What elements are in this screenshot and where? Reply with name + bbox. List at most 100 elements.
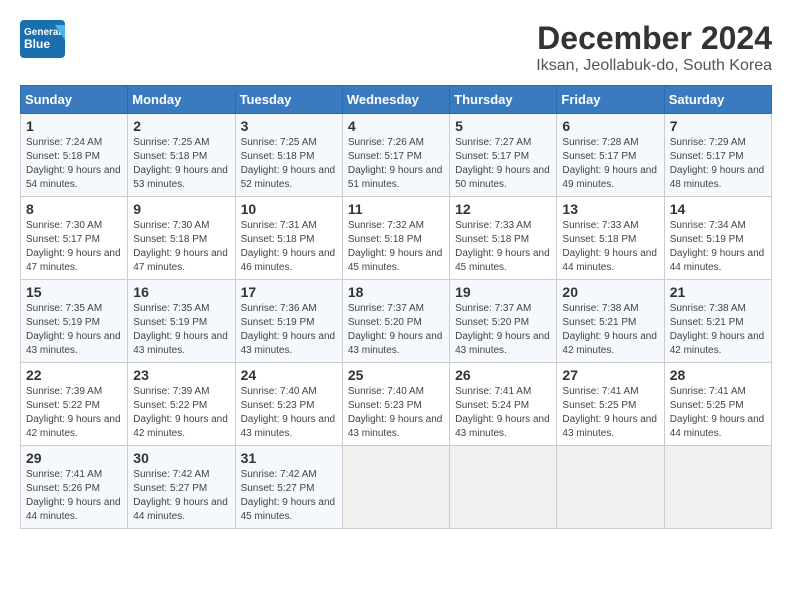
calendar-table: SundayMondayTuesdayWednesdayThursdayFrid… — [20, 85, 772, 529]
day-number: 17 — [241, 284, 337, 300]
calendar-cell — [450, 446, 557, 529]
page-header: General Blue December 2024 Iksan, Jeolla… — [20, 20, 772, 75]
calendar-cell: 30 Sunrise: 7:42 AM Sunset: 5:27 PM Dayli… — [128, 446, 235, 529]
day-info: Sunrise: 7:41 AM Sunset: 5:26 PM Dayligh… — [26, 468, 122, 524]
day-info: Sunrise: 7:41 AM Sunset: 5:25 PM Dayligh… — [562, 385, 658, 441]
calendar-cell: 10 Sunrise: 7:31 AM Sunset: 5:18 PM Dayli… — [235, 197, 342, 280]
day-info: Sunrise: 7:29 AM Sunset: 5:17 PM Dayligh… — [670, 136, 766, 192]
day-number: 25 — [348, 367, 444, 383]
day-number: 10 — [241, 201, 337, 217]
calendar-cell: 5 Sunrise: 7:27 AM Sunset: 5:17 PM Daylig… — [450, 114, 557, 197]
day-number: 11 — [348, 201, 444, 217]
calendar-cell: 8 Sunrise: 7:30 AM Sunset: 5:17 PM Daylig… — [21, 197, 128, 280]
calendar-cell: 28 Sunrise: 7:41 AM Sunset: 5:25 PM Dayli… — [664, 363, 771, 446]
logo: General Blue — [20, 20, 65, 55]
day-number: 15 — [26, 284, 122, 300]
calendar-cell: 21Sunrise: 7:38 AM Sunset: 5:21 PM Dayli… — [664, 280, 771, 363]
calendar-cell: 9Sunrise: 7:30 AM Sunset: 5:18 PM Daylig… — [128, 197, 235, 280]
day-info: Sunrise: 7:31 AM Sunset: 5:18 PM Dayligh… — [241, 219, 337, 275]
calendar-cell: 3 Sunrise: 7:25 AM Sunset: 5:18 PM Daylig… — [235, 114, 342, 197]
day-info: Sunrise: 7:41 AM Sunset: 5:25 PM Dayligh… — [670, 385, 766, 441]
day-number: 12 — [455, 201, 551, 217]
day-number: 30 — [133, 450, 229, 466]
day-info: Sunrise: 7:30 AM Sunset: 5:17 PM Dayligh… — [26, 219, 122, 275]
day-info: Sunrise: 7:37 AM Sunset: 5:20 PM Dayligh… — [455, 302, 551, 358]
day-number: 22 — [26, 367, 122, 383]
calendar-week-5: 29 Sunrise: 7:41 AM Sunset: 5:26 PM Dayli… — [21, 446, 772, 529]
calendar-cell: 22 Sunrise: 7:39 AM Sunset: 5:22 PM Dayli… — [21, 363, 128, 446]
day-info: Sunrise: 7:25 AM Sunset: 5:18 PM Dayligh… — [133, 136, 229, 192]
calendar-cell: 2 Sunrise: 7:25 AM Sunset: 5:18 PM Daylig… — [128, 114, 235, 197]
calendar-header: SundayMondayTuesdayWednesdayThursdayFrid… — [21, 86, 772, 114]
column-header-monday: Monday — [128, 86, 235, 114]
day-info: Sunrise: 7:25 AM Sunset: 5:18 PM Dayligh… — [241, 136, 337, 192]
calendar-cell: 23 Sunrise: 7:39 AM Sunset: 5:22 PM Dayli… — [128, 363, 235, 446]
calendar-week-2: 8 Sunrise: 7:30 AM Sunset: 5:17 PM Daylig… — [21, 197, 772, 280]
day-info: Sunrise: 7:39 AM Sunset: 5:22 PM Dayligh… — [26, 385, 122, 441]
day-info: Sunrise: 7:33 AM Sunset: 5:18 PM Dayligh… — [562, 219, 658, 275]
calendar-cell: 6 Sunrise: 7:28 AM Sunset: 5:17 PM Daylig… — [557, 114, 664, 197]
column-header-sunday: Sunday — [21, 86, 128, 114]
calendar-cell: 7 Sunrise: 7:29 AM Sunset: 5:17 PM Daylig… — [664, 114, 771, 197]
calendar-cell: 31Sunrise: 7:42 AM Sunset: 5:27 PM Dayli… — [235, 446, 342, 529]
day-number: 14 — [670, 201, 766, 217]
day-number: 1 — [26, 118, 122, 134]
day-number: 6 — [562, 118, 658, 134]
day-number: 26 — [455, 367, 551, 383]
day-number: 13 — [562, 201, 658, 217]
day-number: 9 — [133, 201, 229, 217]
day-info: Sunrise: 7:32 AM Sunset: 5:18 PM Dayligh… — [348, 219, 444, 275]
page-title: December 2024 — [536, 20, 772, 57]
calendar-cell: 27 Sunrise: 7:41 AM Sunset: 5:25 PM Dayli… — [557, 363, 664, 446]
day-number: 27 — [562, 367, 658, 383]
day-info: Sunrise: 7:40 AM Sunset: 5:23 PM Dayligh… — [241, 385, 337, 441]
calendar-cell: 1 Sunrise: 7:24 AM Sunset: 5:18 PM Daylig… — [21, 114, 128, 197]
calendar-week-3: 15 Sunrise: 7:35 AM Sunset: 5:19 PM Dayli… — [21, 280, 772, 363]
column-header-friday: Friday — [557, 86, 664, 114]
calendar-cell: 19 Sunrise: 7:37 AM Sunset: 5:20 PM Dayli… — [450, 280, 557, 363]
day-number: 28 — [670, 367, 766, 383]
day-info: Sunrise: 7:38 AM Sunset: 5:21 PM Dayligh… — [670, 302, 766, 358]
calendar-cell: 13 Sunrise: 7:33 AM Sunset: 5:18 PM Dayli… — [557, 197, 664, 280]
calendar-cell: 14Sunrise: 7:34 AM Sunset: 5:19 PM Dayli… — [664, 197, 771, 280]
svg-text:Blue: Blue — [24, 37, 50, 51]
day-number: 4 — [348, 118, 444, 134]
day-info: Sunrise: 7:40 AM Sunset: 5:23 PM Dayligh… — [348, 385, 444, 441]
day-info: Sunrise: 7:35 AM Sunset: 5:19 PM Dayligh… — [26, 302, 122, 358]
day-number: 7 — [670, 118, 766, 134]
calendar-cell — [664, 446, 771, 529]
day-info: Sunrise: 7:35 AM Sunset: 5:19 PM Dayligh… — [133, 302, 229, 358]
day-number: 29 — [26, 450, 122, 466]
day-number: 23 — [133, 367, 229, 383]
calendar-cell: 15 Sunrise: 7:35 AM Sunset: 5:19 PM Dayli… — [21, 280, 128, 363]
day-info: Sunrise: 7:27 AM Sunset: 5:17 PM Dayligh… — [455, 136, 551, 192]
day-info: Sunrise: 7:24 AM Sunset: 5:18 PM Dayligh… — [26, 136, 122, 192]
calendar-cell — [342, 446, 449, 529]
day-info: Sunrise: 7:28 AM Sunset: 5:17 PM Dayligh… — [562, 136, 658, 192]
day-number: 18 — [348, 284, 444, 300]
calendar-cell: 20Sunrise: 7:38 AM Sunset: 5:21 PM Dayli… — [557, 280, 664, 363]
day-info: Sunrise: 7:39 AM Sunset: 5:22 PM Dayligh… — [133, 385, 229, 441]
day-info: Sunrise: 7:38 AM Sunset: 5:21 PM Dayligh… — [562, 302, 658, 358]
calendar-cell — [557, 446, 664, 529]
calendar-cell: 11 Sunrise: 7:32 AM Sunset: 5:18 PM Dayli… — [342, 197, 449, 280]
calendar-cell: 4Sunrise: 7:26 AM Sunset: 5:17 PM Daylig… — [342, 114, 449, 197]
calendar-cell: 26Sunrise: 7:41 AM Sunset: 5:24 PM Dayli… — [450, 363, 557, 446]
day-info: Sunrise: 7:42 AM Sunset: 5:27 PM Dayligh… — [133, 468, 229, 524]
day-number: 19 — [455, 284, 551, 300]
day-number: 8 — [26, 201, 122, 217]
column-header-thursday: Thursday — [450, 86, 557, 114]
calendar-cell: 16 Sunrise: 7:35 AM Sunset: 5:19 PM Dayli… — [128, 280, 235, 363]
day-number: 16 — [133, 284, 229, 300]
calendar-cell: 17 Sunrise: 7:36 AM Sunset: 5:19 PM Dayli… — [235, 280, 342, 363]
calendar-cell: 12 Sunrise: 7:33 AM Sunset: 5:18 PM Dayli… — [450, 197, 557, 280]
title-block: December 2024 Iksan, Jeollabuk-do, South… — [536, 20, 772, 75]
day-info: Sunrise: 7:33 AM Sunset: 5:18 PM Dayligh… — [455, 219, 551, 275]
day-info: Sunrise: 7:36 AM Sunset: 5:19 PM Dayligh… — [241, 302, 337, 358]
page-subtitle: Iksan, Jeollabuk-do, South Korea — [536, 57, 772, 75]
day-info: Sunrise: 7:37 AM Sunset: 5:20 PM Dayligh… — [348, 302, 444, 358]
day-number: 5 — [455, 118, 551, 134]
calendar-cell: 25 Sunrise: 7:40 AM Sunset: 5:23 PM Dayli… — [342, 363, 449, 446]
day-number: 3 — [241, 118, 337, 134]
day-number: 2 — [133, 118, 229, 134]
